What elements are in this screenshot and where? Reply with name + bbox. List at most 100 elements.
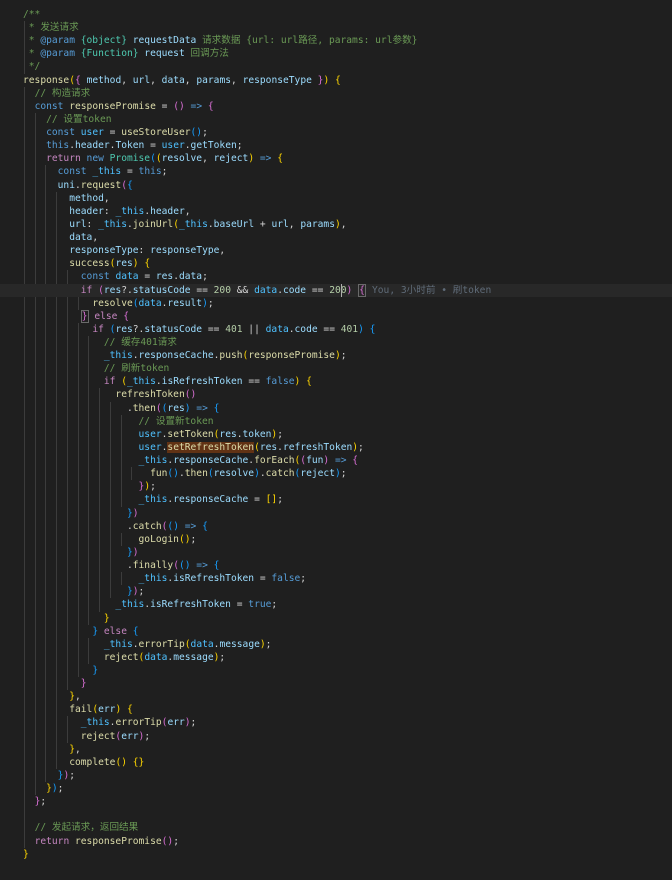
code-line[interactable]: // 设置token xyxy=(0,113,672,126)
code-line[interactable]: }, xyxy=(0,690,672,703)
code-line[interactable]: } else { xyxy=(0,625,672,638)
code-token: _this xyxy=(179,218,208,230)
code-line[interactable]: if (_this.isRefreshToken == false) { xyxy=(0,375,672,388)
code-line[interactable]: fail(err) { xyxy=(0,703,672,716)
code-line[interactable]: header: _this.header, xyxy=(0,205,672,218)
code-line[interactable]: _this.errorTip(data.message); xyxy=(0,638,672,651)
code-token: refreshToken xyxy=(115,389,185,401)
code-line[interactable]: } xyxy=(0,677,672,690)
code-line[interactable]: }) xyxy=(0,546,672,559)
code-token: _this xyxy=(138,494,168,506)
code-line[interactable]: data, xyxy=(0,231,672,244)
code-line[interactable]: }); xyxy=(0,585,672,598)
git-blame-annotation: You, 3小时前 • 刷token xyxy=(372,284,492,296)
code-token: data xyxy=(161,74,185,86)
code-line[interactable]: _this.isRefreshToken = true; xyxy=(0,598,672,611)
code-token: = xyxy=(155,100,174,112)
code-token: // 设置token xyxy=(46,113,112,125)
code-line[interactable]: user.setToken(res.token); xyxy=(0,428,672,441)
code-line[interactable]: } xyxy=(0,664,672,677)
code-line[interactable]: .finally(() => { xyxy=(0,559,672,572)
code-token: getToken xyxy=(190,140,237,152)
code-token: _this xyxy=(138,573,168,585)
code-line[interactable]: }); xyxy=(0,769,672,782)
code-line[interactable]: }); xyxy=(0,480,672,493)
code-line[interactable]: _this.isRefreshToken = false; xyxy=(0,572,672,585)
code-line[interactable]: }) xyxy=(0,507,672,520)
code-token: , xyxy=(184,205,191,217)
code-token: ; xyxy=(144,730,151,742)
code-line[interactable]: .then((res) => { xyxy=(0,402,672,415)
code-token: = xyxy=(230,599,249,611)
code-line[interactable]: fun().then(resolve).catch(reject); xyxy=(0,467,672,480)
code-token: == xyxy=(317,323,341,335)
code-line[interactable]: const _this = this; xyxy=(0,165,672,178)
code-text: // 刷新token xyxy=(23,362,169,375)
code-line[interactable]: }, xyxy=(0,743,672,756)
code-line[interactable]: return responsePromise(); xyxy=(0,835,672,848)
code-line[interactable]: } xyxy=(0,848,672,861)
code-line[interactable]: * 发送请求 xyxy=(0,21,672,34)
code-token: ; xyxy=(340,468,347,480)
code-line[interactable]: // 刷新token xyxy=(0,362,672,375)
code-line[interactable] xyxy=(0,808,672,821)
code-line[interactable]: /** xyxy=(0,8,672,21)
code-line[interactable]: responseType: responseType, xyxy=(0,244,672,257)
code-line[interactable]: }; xyxy=(0,795,672,808)
code-line[interactable]: if (res?.statusCode == 200 && data.code … xyxy=(0,283,672,297)
code-line[interactable]: _this.responseCache.push(responsePromise… xyxy=(0,349,672,362)
code-line[interactable]: } else { xyxy=(0,309,672,323)
code-line[interactable]: reject(data.message); xyxy=(0,651,672,664)
code-line[interactable]: */ xyxy=(0,60,672,73)
code-text: }, xyxy=(23,690,81,703)
code-line[interactable]: * @param {Function} request 回调方法 xyxy=(0,47,672,60)
code-token: { xyxy=(369,323,376,335)
code-token: ; xyxy=(202,271,208,283)
code-line[interactable]: }); xyxy=(0,782,672,795)
code-line[interactable]: // 发起请求，返回结果 xyxy=(0,821,672,834)
code-line[interactable]: * @param {object} requestData 请求数据 {url:… xyxy=(0,34,672,47)
code-line[interactable]: uni.request({ xyxy=(0,179,672,192)
code-line[interactable]: refreshToken() xyxy=(0,388,672,401)
code-token: refreshToken xyxy=(282,441,353,453)
code-line[interactable]: const user = useStoreUser(); xyxy=(0,126,672,139)
code-token: true xyxy=(248,599,272,611)
code-line[interactable]: success(res) { xyxy=(0,257,672,270)
code-line[interactable]: user.setRefreshToken(res.refreshToken); xyxy=(0,441,672,454)
code-line[interactable]: } xyxy=(0,612,672,625)
code-line[interactable]: _this.errorTip(err); xyxy=(0,716,672,729)
code-line[interactable]: // 缓存401请求 xyxy=(0,336,672,349)
code-line[interactable]: this.header.Token = user.getToken; xyxy=(0,139,672,152)
code-token: ; xyxy=(277,428,283,440)
code-line[interactable]: resolve(data.result); xyxy=(0,297,672,310)
code-token: header xyxy=(69,205,104,217)
code-token: {object} xyxy=(74,35,133,47)
code-line[interactable]: goLogin(); xyxy=(0,533,672,546)
code-line[interactable]: if (res?.statusCode == 401 || data.code … xyxy=(0,323,672,336)
code-token: code xyxy=(282,284,307,296)
code-token: this xyxy=(46,140,70,152)
code-token: success xyxy=(69,258,110,270)
code-line[interactable]: // 构造请求 xyxy=(0,87,672,100)
code-line[interactable]: _this.responseCache.forEach((fun) => { xyxy=(0,454,672,467)
code-line[interactable]: const responsePromise = () => { xyxy=(0,100,672,113)
code-line[interactable]: .catch(() => { xyxy=(0,520,672,533)
code-line[interactable]: reject(err); xyxy=(0,730,672,743)
code-line[interactable]: const data = res.data; xyxy=(0,270,672,283)
code-line[interactable]: complete() {} xyxy=(0,756,672,769)
code-token: () xyxy=(178,533,191,545)
code-line[interactable]: method, xyxy=(0,192,672,205)
code-editor[interactable]: /** * 发送请求 * @param {object} requestData… xyxy=(0,0,672,880)
code-line[interactable]: url: _this.joinUrl(_this.baseUrl + url, … xyxy=(0,218,672,231)
code-line[interactable]: response({ method, url, data, params, re… xyxy=(0,74,672,87)
code-line[interactable]: // 设置新token xyxy=(0,415,672,428)
code-token: _this xyxy=(127,376,156,388)
code-line[interactable]: return new Promise((resolve, reject) => … xyxy=(0,152,672,165)
code-line[interactable]: _this.responseCache = []; xyxy=(0,493,672,506)
code-text: reject(data.message); xyxy=(23,651,225,664)
